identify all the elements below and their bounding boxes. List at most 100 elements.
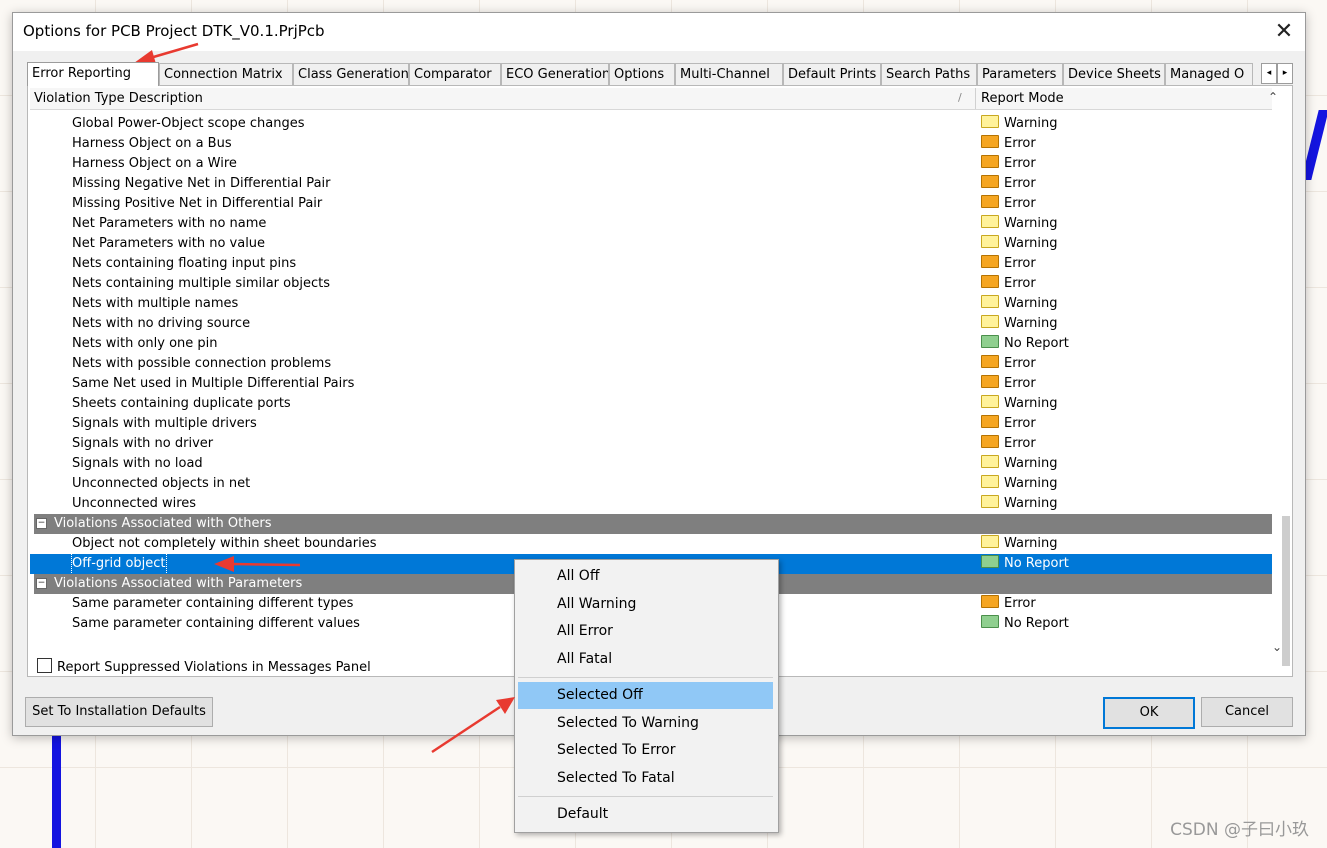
scroll-down-icon[interactable]: ⌄ (1272, 640, 1282, 654)
report-mode-cell[interactable]: Error (981, 174, 1036, 194)
vertical-scrollbar-thumb[interactable] (1282, 516, 1290, 666)
group-header-row[interactable]: − Violations Associated with Others (34, 514, 1272, 534)
violation-name: Signals with no load (72, 456, 203, 471)
report-mode-label: Error (1004, 356, 1036, 371)
tab-eco-generation[interactable]: ECO Generation (501, 63, 609, 85)
folder-icon (981, 375, 999, 388)
violation-row[interactable]: Unconnected wires Warning (30, 494, 1272, 514)
violation-row[interactable]: Nets with possible connection problems Er… (30, 354, 1272, 374)
folder-icon (981, 595, 999, 608)
tab-managed-o[interactable]: Managed O (1165, 63, 1253, 85)
violation-row[interactable]: Net Parameters with no value Warning (30, 234, 1272, 254)
violation-row[interactable]: Signals with multiple drivers Error (30, 414, 1272, 434)
tab-comparator[interactable]: Comparator (409, 63, 501, 85)
violation-row[interactable]: Object not completely within sheet bound… (30, 534, 1272, 554)
menu-item-selected-to-warning[interactable]: Selected To Warning (518, 710, 773, 737)
violation-name: Same parameter containing different type… (72, 596, 354, 611)
violation-name: Net Parameters with no name (72, 216, 267, 231)
folder-icon (981, 195, 999, 208)
column-header-report-mode[interactable]: Report Mode (981, 91, 1064, 106)
menu-item-selected-to-fatal[interactable]: Selected To Fatal (518, 765, 773, 792)
violation-row[interactable]: Nets with only one pin No Report (30, 334, 1272, 354)
report-mode-label: Warning (1004, 216, 1058, 231)
menu-item-selected-to-error[interactable]: Selected To Error (518, 737, 773, 764)
violation-name: Harness Object on a Wire (72, 156, 237, 171)
report-mode-cell[interactable]: Warning (981, 494, 1057, 514)
report-mode-cell[interactable]: Error (981, 374, 1036, 394)
violation-row[interactable]: Nets with multiple names Warning (30, 294, 1272, 314)
report-mode-cell[interactable]: Error (981, 254, 1036, 274)
tab-device-sheets[interactable]: Device Sheets (1063, 63, 1165, 85)
column-header-description[interactable]: Violation Type Description (34, 91, 203, 106)
report-suppressed-option[interactable]: Report Suppressed Violations in Messages… (37, 658, 371, 675)
report-mode-cell[interactable]: Warning (981, 234, 1057, 254)
tab-scroll-right-icon[interactable]: ▸ (1277, 63, 1293, 84)
violation-row[interactable]: Signals with no driver Error (30, 434, 1272, 454)
violation-row[interactable]: Nets containing floating input pins Error (30, 254, 1272, 274)
violation-row[interactable]: Unconnected objects in net Warning (30, 474, 1272, 494)
report-mode-cell[interactable]: Warning (981, 474, 1057, 494)
cancel-button[interactable]: Cancel (1201, 697, 1293, 727)
violation-row[interactable]: Same Net used in Multiple Differential P… (30, 374, 1272, 394)
violation-row[interactable]: Sheets containing duplicate ports Warning (30, 394, 1272, 414)
collapse-icon[interactable]: − (36, 578, 47, 589)
menu-item-selected-off[interactable]: Selected Off (518, 682, 773, 709)
tab-multi-channel[interactable]: Multi-Channel (675, 63, 783, 85)
report-mode-cell[interactable]: Error (981, 274, 1036, 294)
tab-parameters[interactable]: Parameters (977, 63, 1063, 85)
report-mode-cell[interactable]: Warning (981, 294, 1057, 314)
set-defaults-button[interactable]: Set To Installation Defaults (25, 697, 213, 727)
report-mode-cell[interactable]: Error (981, 154, 1036, 174)
violation-row[interactable]: Nets with no driving source Warning (30, 314, 1272, 334)
tab-class-generation[interactable]: Class Generation (293, 63, 409, 85)
tab-connection-matrix[interactable]: Connection Matrix (159, 63, 293, 85)
folder-icon (981, 355, 999, 368)
report-mode-cell[interactable]: Warning (981, 394, 1057, 414)
violation-row[interactable]: Nets containing multiple similar objects… (30, 274, 1272, 294)
folder-icon (981, 535, 999, 548)
report-mode-label: Warning (1004, 476, 1058, 491)
report-mode-cell[interactable]: No Report (981, 334, 1069, 354)
tab-error-reporting[interactable]: Error Reporting (27, 62, 159, 86)
report-suppressed-checkbox[interactable] (37, 658, 52, 673)
report-mode-cell[interactable]: Error (981, 434, 1036, 454)
collapse-icon[interactable]: − (36, 518, 47, 529)
report-mode-cell[interactable]: Warning (981, 214, 1057, 234)
report-mode-label: Warning (1004, 496, 1058, 511)
violation-row[interactable]: Signals with no load Warning (30, 454, 1272, 474)
tab-scroll-left-icon[interactable]: ◂ (1261, 63, 1277, 84)
report-mode-cell[interactable]: Warning (981, 314, 1057, 334)
menu-item-all-off[interactable]: All Off (518, 563, 773, 590)
report-mode-cell[interactable]: Error (981, 134, 1036, 154)
violation-row[interactable]: Global Power-Object scope changes Warning (30, 114, 1272, 134)
group-header-label: Violations Associated with Parameters (54, 576, 303, 591)
violation-row[interactable]: Missing Positive Net in Differential Pai… (30, 194, 1272, 214)
report-mode-cell[interactable]: Warning (981, 534, 1057, 554)
folder-icon (981, 455, 999, 468)
report-mode-cell[interactable]: Error (981, 594, 1036, 614)
report-mode-cell[interactable]: No Report (981, 554, 1069, 574)
violation-name: Signals with no driver (72, 436, 214, 451)
ok-button[interactable]: OK (1103, 697, 1195, 729)
violation-row[interactable]: Harness Object on a Wire Error (30, 154, 1272, 174)
report-mode-cell[interactable]: Error (981, 194, 1036, 214)
scroll-up-icon[interactable]: ⌃ (1268, 90, 1278, 104)
menu-item-all-fatal[interactable]: All Fatal (518, 646, 773, 673)
tab-default-prints[interactable]: Default Prints (783, 63, 881, 85)
report-mode-cell[interactable]: No Report (981, 614, 1069, 634)
violation-row[interactable]: Net Parameters with no name Warning (30, 214, 1272, 234)
close-icon[interactable]: ✕ (1271, 19, 1297, 45)
column-divider[interactable] (975, 88, 976, 109)
report-mode-label: Error (1004, 416, 1036, 431)
violation-row[interactable]: Missing Negative Net in Differential Pai… (30, 174, 1272, 194)
menu-item-all-error[interactable]: All Error (518, 618, 773, 645)
tab-options[interactable]: Options (609, 63, 675, 85)
report-mode-cell[interactable]: Error (981, 354, 1036, 374)
menu-item-default[interactable]: Default (518, 801, 773, 828)
violation-row[interactable]: Harness Object on a Bus Error (30, 134, 1272, 154)
report-mode-cell[interactable]: Warning (981, 454, 1057, 474)
tab-search-paths[interactable]: Search Paths (881, 63, 977, 85)
menu-item-all-warning[interactable]: All Warning (518, 591, 773, 618)
report-mode-cell[interactable]: Warning (981, 114, 1057, 134)
report-mode-cell[interactable]: Error (981, 414, 1036, 434)
